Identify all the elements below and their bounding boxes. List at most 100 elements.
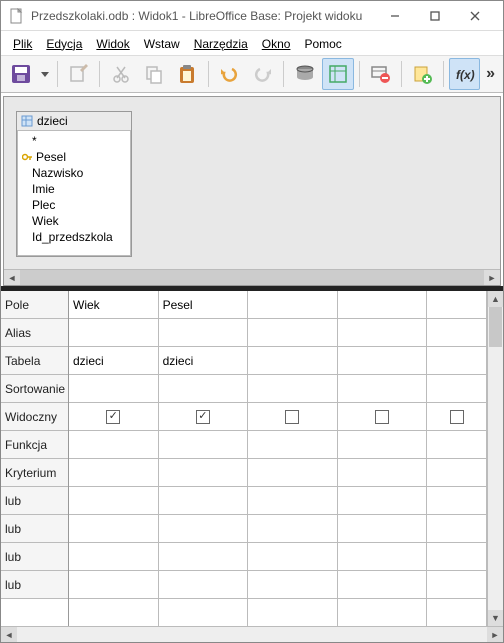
rowhdr-kryterium[interactable]: Kryterium xyxy=(1,459,68,487)
rowhdr-widoczny[interactable]: Widoczny xyxy=(1,403,68,431)
cell-pole[interactable]: Wiek xyxy=(69,291,158,319)
cell-lub[interactable] xyxy=(159,543,248,571)
cell-tabela[interactable] xyxy=(338,347,427,375)
cell-visible[interactable] xyxy=(248,403,337,431)
design-canvas[interactable]: dzieci * Pesel Nazwisko Imie Plec Wiek I… xyxy=(4,97,500,269)
menu-plik[interactable]: Plik xyxy=(7,34,38,53)
visible-checkbox[interactable] xyxy=(450,410,464,424)
design-view-button[interactable] xyxy=(322,58,353,90)
cell-lub[interactable] xyxy=(427,543,486,571)
delete-button[interactable] xyxy=(365,58,396,90)
cell-tabela[interactable]: dzieci xyxy=(69,347,158,375)
cell-sort[interactable] xyxy=(248,375,337,403)
field-nazwisko[interactable]: Nazwisko xyxy=(22,165,126,181)
cell-funkcja[interactable] xyxy=(248,431,337,459)
cell-kryterium[interactable] xyxy=(427,459,486,487)
cell-funkcja[interactable] xyxy=(69,431,158,459)
cell-lub[interactable] xyxy=(338,515,427,543)
cell-lub[interactable] xyxy=(338,487,427,515)
cell-funkcja[interactable] xyxy=(338,431,427,459)
paste-button[interactable] xyxy=(172,58,203,90)
rowhdr-sortowanie[interactable]: Sortowanie xyxy=(1,375,68,403)
cell-lub[interactable] xyxy=(159,515,248,543)
redo-button[interactable] xyxy=(247,58,278,90)
field-pesel[interactable]: Pesel xyxy=(22,149,126,165)
menu-edycja[interactable]: Edycja xyxy=(40,34,88,53)
cell-alias[interactable] xyxy=(69,319,158,347)
field-idprzedszkola[interactable]: Id_przedszkola xyxy=(22,229,126,245)
save-dropdown[interactable] xyxy=(38,58,52,90)
scroll-down-icon[interactable]: ▼ xyxy=(488,610,503,626)
cell-lub[interactable] xyxy=(159,487,248,515)
edit-button[interactable] xyxy=(63,58,94,90)
cell-lub[interactable] xyxy=(248,571,337,599)
cell-alias[interactable] xyxy=(248,319,337,347)
rowhdr-pole[interactable]: Pole xyxy=(1,291,68,319)
cell-lub[interactable] xyxy=(69,487,158,515)
design-hscroll[interactable]: ◄ ► xyxy=(4,269,500,285)
run-query-button[interactable] xyxy=(289,58,320,90)
scroll-right-icon[interactable]: ► xyxy=(487,627,503,642)
cell-alias[interactable] xyxy=(427,319,486,347)
cell-lub[interactable] xyxy=(427,487,486,515)
cell-visible[interactable] xyxy=(69,403,158,431)
cell-pole[interactable] xyxy=(338,291,427,319)
menu-narzedzia[interactable]: Narzędzia xyxy=(188,34,254,53)
cell-kryterium[interactable] xyxy=(69,459,158,487)
rowhdr-lub[interactable]: lub xyxy=(1,515,68,543)
cell-pole[interactable] xyxy=(427,291,486,319)
cell-kryterium[interactable] xyxy=(248,459,337,487)
bottom-hscroll[interactable]: ◄ ► xyxy=(1,626,503,642)
rowhdr-lub[interactable]: lub xyxy=(1,487,68,515)
cell-sort[interactable] xyxy=(338,375,427,403)
design-area[interactable]: dzieci * Pesel Nazwisko Imie Plec Wiek I… xyxy=(3,96,501,286)
rowhdr-alias[interactable]: Alias xyxy=(1,319,68,347)
function-button[interactable]: f(x) xyxy=(449,58,480,90)
visible-checkbox[interactable] xyxy=(106,410,120,424)
cell-sort[interactable] xyxy=(159,375,248,403)
visible-checkbox[interactable] xyxy=(285,410,299,424)
field-star[interactable]: * xyxy=(22,133,126,149)
minimize-button[interactable] xyxy=(375,2,415,30)
cell-sort[interactable] xyxy=(69,375,158,403)
close-button[interactable] xyxy=(455,2,495,30)
scroll-left-icon[interactable]: ◄ xyxy=(1,627,17,642)
toolbar-overflow[interactable]: » xyxy=(482,65,499,83)
visible-checkbox[interactable] xyxy=(196,410,210,424)
cell-lub[interactable] xyxy=(69,571,158,599)
cell-lub[interactable] xyxy=(248,543,337,571)
cell-lub[interactable] xyxy=(248,487,337,515)
cell-lub[interactable] xyxy=(69,515,158,543)
visible-checkbox[interactable] xyxy=(375,410,389,424)
cell-tabela[interactable] xyxy=(248,347,337,375)
cell-tabela[interactable] xyxy=(427,347,486,375)
add-table-button[interactable] xyxy=(407,58,438,90)
cell-lub[interactable] xyxy=(69,543,158,571)
cell-lub[interactable] xyxy=(427,571,486,599)
rowhdr-lub[interactable]: lub xyxy=(1,543,68,571)
rowhdr-lub[interactable]: lub xyxy=(1,571,68,599)
cell-alias[interactable] xyxy=(159,319,248,347)
menu-okno[interactable]: Okno xyxy=(256,34,297,53)
scroll-up-icon[interactable]: ▲ xyxy=(488,291,503,307)
rowhdr-funkcja[interactable]: Funkcja xyxy=(1,431,68,459)
menu-pomoc[interactable]: Pomoc xyxy=(298,34,347,53)
undo-button[interactable] xyxy=(214,58,245,90)
scroll-thumb[interactable] xyxy=(489,307,502,347)
maximize-button[interactable] xyxy=(415,2,455,30)
cell-pole[interactable]: Pesel xyxy=(159,291,248,319)
cell-visible[interactable] xyxy=(159,403,248,431)
grid-vscroll[interactable]: ▲ ▼ xyxy=(487,291,503,626)
cell-kryterium[interactable] xyxy=(159,459,248,487)
scroll-thumb[interactable] xyxy=(20,270,484,285)
scroll-track[interactable] xyxy=(17,627,487,642)
field-plec[interactable]: Plec xyxy=(22,197,126,213)
cell-sort[interactable] xyxy=(427,375,486,403)
cell-pole[interactable] xyxy=(248,291,337,319)
table-header[interactable]: dzieci xyxy=(17,112,131,131)
save-button[interactable] xyxy=(5,58,36,90)
cell-funkcja[interactable] xyxy=(427,431,486,459)
cell-lub[interactable] xyxy=(338,543,427,571)
cell-visible[interactable] xyxy=(338,403,427,431)
cell-tabela[interactable]: dzieci xyxy=(159,347,248,375)
